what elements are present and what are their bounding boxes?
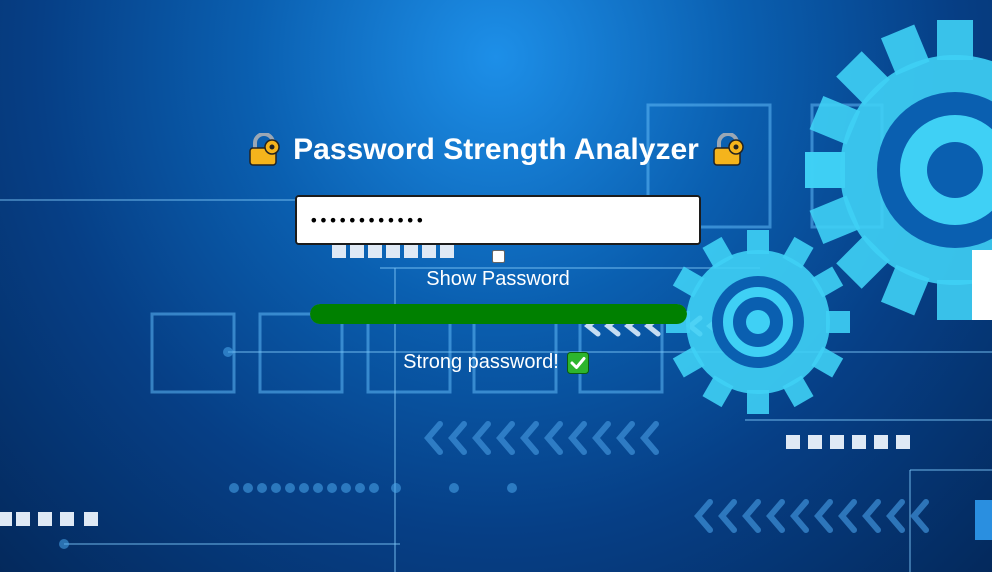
page-title: Password Strength Analyzer [0, 133, 992, 167]
password-input[interactable] [295, 195, 701, 245]
strength-meter [310, 304, 687, 324]
strength-meter-fill [310, 304, 687, 324]
lock-icon [249, 133, 280, 166]
strength-message: Strong password! [403, 351, 559, 373]
show-password-checkbox[interactable] [492, 250, 505, 263]
lock-icon [713, 133, 744, 166]
strength-status: Strong password! [0, 351, 992, 374]
show-password-label[interactable]: Show Password [0, 268, 992, 291]
check-icon [566, 351, 589, 374]
title-text: Password Strength Analyzer [293, 133, 699, 166]
